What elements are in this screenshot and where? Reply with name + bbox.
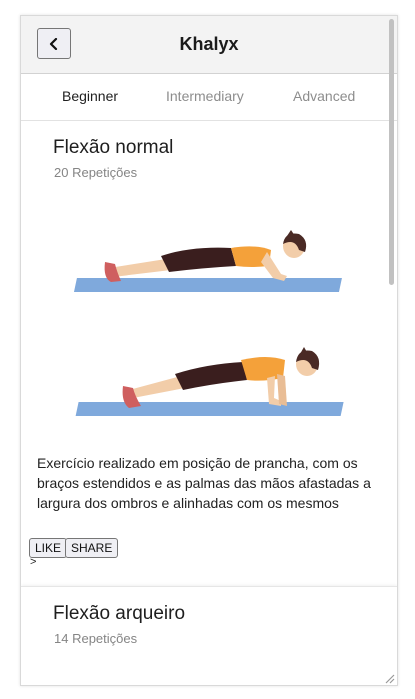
figure-up xyxy=(122,347,320,408)
page-title: Khalyx xyxy=(179,34,239,54)
exercise-reps: 14 Repetições xyxy=(54,631,138,646)
arrow-text: > xyxy=(30,556,37,568)
app-frame: Khalyx Beginner Intermediary Advanced Fl… xyxy=(20,15,398,686)
share-button[interactable]: SHARE xyxy=(65,538,119,558)
pushup-illustration xyxy=(73,230,344,416)
exercise-title: Flexão arqueiro xyxy=(53,603,186,624)
like-button[interactable]: LIKE xyxy=(29,538,68,558)
exercise-card: Flexão arqueiro 14 Repetições xyxy=(21,586,397,685)
exercise-title: Flexão normal xyxy=(53,137,174,158)
scrollbar[interactable] xyxy=(388,16,396,685)
tab-intermediary[interactable]: Intermediary xyxy=(166,88,244,104)
exercise-description: Exercício realizado em posição de pranch… xyxy=(37,455,371,511)
app-header: Khalyx xyxy=(21,16,397,74)
tab-advanced[interactable]: Advanced xyxy=(293,88,355,104)
scrollbar-thumb[interactable] xyxy=(389,19,394,285)
figure-down xyxy=(104,230,307,282)
tab-beginner[interactable]: Beginner xyxy=(62,88,118,104)
exercise-reps: 20 Repetições xyxy=(54,165,138,180)
level-tabs: Beginner Intermediary Advanced xyxy=(21,74,397,121)
